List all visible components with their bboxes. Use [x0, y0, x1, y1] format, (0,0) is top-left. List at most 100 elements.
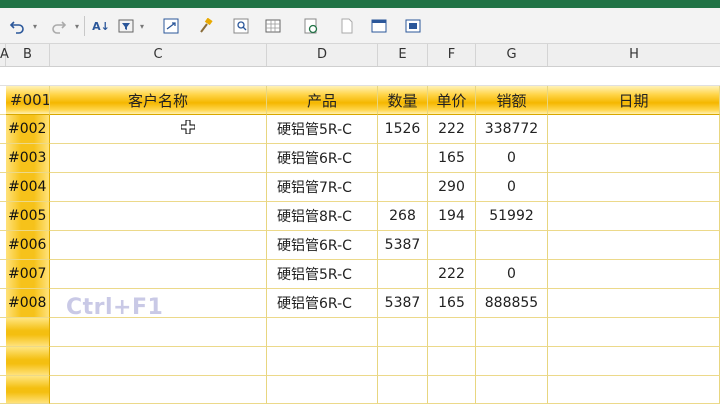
product-cell[interactable]: 硬铝管6R-C	[267, 144, 378, 173]
cell[interactable]	[548, 318, 720, 347]
sales-cell[interactable]: 0	[476, 173, 548, 202]
quantity-cell[interactable]	[378, 144, 428, 173]
refresh-icon[interactable]	[300, 16, 322, 36]
filter-icon[interactable]	[115, 16, 137, 36]
cell[interactable]	[50, 347, 267, 376]
cell[interactable]	[378, 347, 428, 376]
header-unit-price[interactable]: 单价	[428, 86, 476, 115]
cell[interactable]	[267, 347, 378, 376]
blank-row[interactable]	[0, 67, 720, 86]
cell[interactable]	[476, 347, 548, 376]
product-cell[interactable]: 硬铝管6R-C	[267, 231, 378, 260]
unit-price-cell[interactable]: 194	[428, 202, 476, 231]
column-header-b[interactable]: B	[6, 44, 50, 66]
date-cell[interactable]	[548, 173, 720, 202]
customer-cell[interactable]	[50, 202, 267, 231]
table-icon[interactable]	[262, 16, 284, 36]
row-id-cell[interactable]	[6, 318, 50, 347]
customer-cell[interactable]	[50, 231, 267, 260]
row-id-cell[interactable]: #005	[6, 202, 50, 231]
row-id-cell[interactable]: #006	[6, 231, 50, 260]
table-header-row: #001 客户名称 产品 数量 单价 销额 日期	[0, 86, 720, 115]
row-id-cell[interactable]: #002	[6, 115, 50, 144]
header-date[interactable]: 日期	[548, 86, 720, 115]
cell[interactable]	[476, 376, 548, 404]
copy-icon[interactable]	[336, 16, 358, 36]
column-header-c[interactable]: C	[50, 44, 267, 66]
date-cell[interactable]	[548, 202, 720, 231]
quantity-cell[interactable]: 5387	[378, 289, 428, 318]
sales-cell[interactable]	[476, 231, 548, 260]
cell[interactable]	[476, 318, 548, 347]
quantity-cell[interactable]	[378, 173, 428, 202]
find-icon[interactable]	[230, 16, 252, 36]
row-id-cell[interactable]: #007	[6, 260, 50, 289]
unit-price-cell[interactable]: 290	[428, 173, 476, 202]
sales-cell[interactable]: 51992	[476, 202, 548, 231]
sales-cell[interactable]: 0	[476, 144, 548, 173]
undo-dropdown-icon[interactable]: ▾	[30, 16, 40, 36]
cell[interactable]	[50, 318, 267, 347]
unit-price-cell[interactable]: 222	[428, 115, 476, 144]
undo-icon[interactable]	[6, 16, 28, 36]
header-id-cell[interactable]: #001	[6, 86, 50, 115]
redo-dropdown-icon[interactable]: ▾	[72, 16, 82, 36]
cell[interactable]	[428, 318, 476, 347]
unit-price-cell[interactable]	[428, 231, 476, 260]
row-id-cell[interactable]: #003	[6, 144, 50, 173]
format-painter-icon[interactable]	[195, 16, 217, 36]
header-product[interactable]: 产品	[267, 86, 378, 115]
column-header-d[interactable]: D	[267, 44, 378, 66]
product-cell[interactable]: 硬铝管7R-C	[267, 173, 378, 202]
quantity-cell[interactable]: 268	[378, 202, 428, 231]
row-id-cell[interactable]	[6, 347, 50, 376]
product-cell[interactable]: 硬铝管5R-C	[267, 115, 378, 144]
row-id-cell[interactable]: #004	[6, 173, 50, 202]
sales-cell[interactable]: 888855	[476, 289, 548, 318]
row-id-cell[interactable]: #008	[6, 289, 50, 318]
filter-dropdown-icon[interactable]: ▾	[137, 16, 147, 36]
sales-cell[interactable]: 338772	[476, 115, 548, 144]
header-sales[interactable]: 销额	[476, 86, 548, 115]
product-cell[interactable]: 硬铝管6R-C	[267, 289, 378, 318]
pivot-icon[interactable]	[160, 16, 182, 36]
cell[interactable]	[267, 318, 378, 347]
unit-price-cell[interactable]: 222	[428, 260, 476, 289]
column-header-h[interactable]: H	[548, 44, 720, 66]
cell[interactable]	[548, 376, 720, 404]
header-quantity[interactable]: 数量	[378, 86, 428, 115]
cell[interactable]	[428, 376, 476, 404]
quantity-cell[interactable]: 1526	[378, 115, 428, 144]
cell[interactable]	[428, 347, 476, 376]
header-customer-name[interactable]: 客户名称	[50, 86, 267, 115]
date-cell[interactable]	[548, 115, 720, 144]
cell[interactable]	[378, 318, 428, 347]
sort-icon[interactable]: A↓	[90, 16, 112, 36]
date-cell[interactable]	[548, 289, 720, 318]
column-header-e[interactable]: E	[378, 44, 428, 66]
unit-price-cell[interactable]: 165	[428, 144, 476, 173]
customer-cell[interactable]	[50, 115, 267, 144]
customer-cell[interactable]	[50, 144, 267, 173]
column-header-f[interactable]: F	[428, 44, 476, 66]
date-cell[interactable]	[548, 144, 720, 173]
quantity-cell[interactable]: 5387	[378, 231, 428, 260]
column-header-g[interactable]: G	[476, 44, 548, 66]
row-id-cell[interactable]	[6, 376, 50, 404]
cell[interactable]	[548, 347, 720, 376]
cell[interactable]	[267, 376, 378, 404]
date-cell[interactable]	[548, 260, 720, 289]
quantity-cell[interactable]	[378, 260, 428, 289]
product-cell[interactable]: 硬铝管5R-C	[267, 260, 378, 289]
product-cell[interactable]: 硬铝管8R-C	[267, 202, 378, 231]
sales-cell[interactable]: 0	[476, 260, 548, 289]
freeze-icon[interactable]	[402, 16, 424, 36]
window-icon[interactable]	[368, 16, 390, 36]
customer-cell[interactable]	[50, 173, 267, 202]
cell[interactable]	[50, 376, 267, 404]
cell[interactable]	[378, 376, 428, 404]
redo-icon[interactable]	[48, 16, 70, 36]
customer-cell[interactable]	[50, 260, 267, 289]
date-cell[interactable]	[548, 231, 720, 260]
unit-price-cell[interactable]: 165	[428, 289, 476, 318]
